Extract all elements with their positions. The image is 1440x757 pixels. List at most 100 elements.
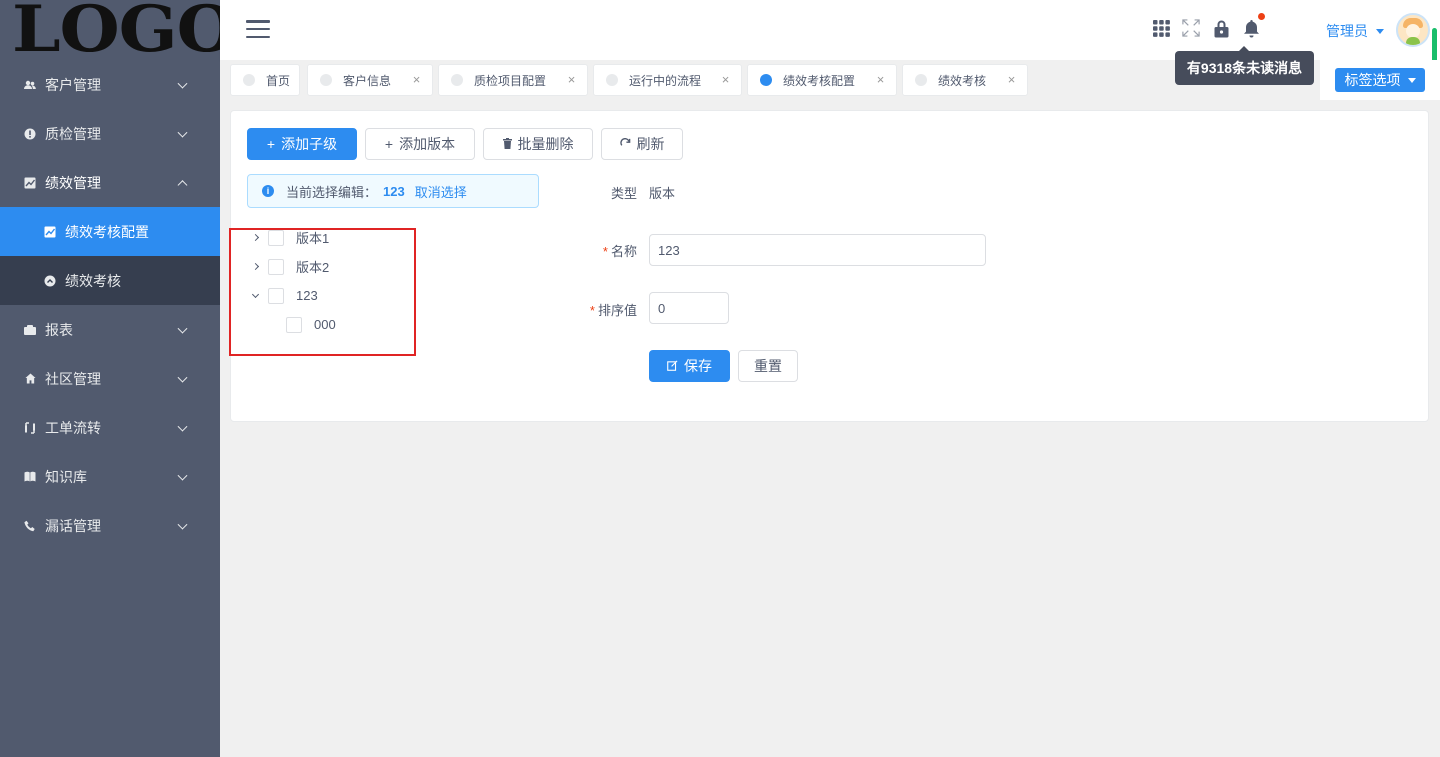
tag-options-button[interactable]: 标签选项 bbox=[1335, 68, 1425, 92]
header-icons bbox=[1152, 13, 1265, 38]
save-button[interactable]: 保存 bbox=[649, 350, 730, 382]
sidebar-item-label: 漏话管理 bbox=[45, 517, 101, 534]
caret-down-icon bbox=[1376, 28, 1384, 34]
alert-selected-value: 123 bbox=[383, 183, 405, 199]
avatar[interactable] bbox=[1396, 13, 1430, 47]
refresh-button[interactable]: 刷新 bbox=[601, 128, 683, 160]
close-icon[interactable]: × bbox=[1006, 73, 1017, 86]
chevron-down-icon bbox=[177, 127, 188, 138]
notification-dot bbox=[1258, 13, 1265, 20]
sidebar-item-performance[interactable]: 绩效管理 bbox=[0, 158, 220, 207]
tab-performance-review[interactable]: 绩效考核 × bbox=[902, 64, 1028, 96]
tree-checkbox[interactable] bbox=[268, 287, 284, 304]
tab-quality-config[interactable]: 质检项目配置 × bbox=[438, 64, 588, 96]
button-label: 批量删除 bbox=[517, 136, 574, 152]
tree-node-label[interactable]: 000 bbox=[314, 317, 336, 332]
type-label: 类型 bbox=[610, 186, 637, 201]
tab-home[interactable]: 首页 bbox=[230, 64, 300, 96]
batch-delete-button[interactable]: 批量删除 bbox=[483, 128, 593, 160]
sidebar-item-label: 绩效考核配置 bbox=[65, 223, 149, 240]
tree-checkbox[interactable] bbox=[286, 316, 302, 333]
cancel-selection-link[interactable]: 取消选择 bbox=[415, 182, 467, 201]
button-label: 添加子级 bbox=[281, 136, 338, 152]
sidebar-item-performance-config[interactable]: 绩效考核配置 bbox=[0, 207, 220, 256]
edit-icon bbox=[667, 359, 678, 373]
tree-node[interactable]: 123 bbox=[248, 281, 336, 310]
sidebar-item-workorder[interactable]: 工单流转 bbox=[0, 403, 220, 452]
sidebar-item-missed-calls[interactable]: 漏话管理 bbox=[0, 501, 220, 550]
tag-options: 标签选项 bbox=[1320, 60, 1440, 100]
sort-input[interactable]: 0 bbox=[649, 292, 729, 324]
tree-node[interactable]: 版本1 bbox=[248, 223, 336, 252]
chart-icon bbox=[44, 226, 56, 238]
tree-checkbox[interactable] bbox=[268, 229, 284, 246]
tab-label: 绩效考核 bbox=[938, 73, 987, 88]
bell-icon[interactable] bbox=[1242, 13, 1265, 38]
sidebar-item-performance-review[interactable]: 绩效考核 bbox=[0, 256, 220, 305]
caret-down-icon bbox=[1407, 77, 1416, 83]
sidebar-item-reports[interactable]: 报表 bbox=[0, 305, 220, 354]
tab-dot-icon bbox=[243, 74, 255, 86]
sidebar-item-customer[interactable]: 客户管理 bbox=[0, 60, 220, 109]
lock-icon[interactable] bbox=[1212, 18, 1230, 38]
button-label: 保存 bbox=[684, 358, 712, 374]
button-label: 添加版本 bbox=[399, 136, 456, 152]
trash-icon bbox=[502, 137, 512, 151]
version-tree: 版本1 版本2 123 000 bbox=[248, 225, 336, 339]
alert-circle-icon bbox=[24, 128, 36, 140]
sidebar-item-quality[interactable]: 质检管理 bbox=[0, 109, 220, 158]
sidebar-item-knowledge[interactable]: 知识库 bbox=[0, 452, 220, 501]
tree-node-label[interactable]: 123 bbox=[296, 288, 318, 303]
expand-arrow-icon[interactable] bbox=[248, 233, 262, 242]
chevron-down-icon bbox=[177, 421, 188, 432]
reset-button[interactable]: 重置 bbox=[738, 350, 798, 382]
tree-checkbox[interactable] bbox=[268, 258, 284, 275]
tab-running-flows[interactable]: 运行中的流程 × bbox=[593, 64, 742, 96]
sidebar-item-label: 社区管理 bbox=[45, 370, 101, 387]
chevron-down-icon bbox=[177, 78, 188, 89]
button-label: 刷新 bbox=[636, 136, 665, 152]
chevron-up-icon bbox=[177, 179, 188, 190]
tab-dot-icon bbox=[451, 74, 463, 86]
user-menu[interactable]: 管理员 bbox=[1326, 21, 1384, 41]
name-label: * 名称 bbox=[602, 244, 637, 259]
tree-node-label[interactable]: 版本1 bbox=[296, 228, 329, 247]
menu-toggle-icon[interactable] bbox=[246, 20, 270, 38]
close-icon[interactable]: × bbox=[411, 73, 422, 86]
tab-customer-info[interactable]: 客户信息 × bbox=[307, 64, 433, 96]
notification-tooltip: 有9318条未读消息 bbox=[1175, 46, 1314, 85]
name-input[interactable]: 123 bbox=[649, 234, 986, 266]
sidebar-item-community[interactable]: 社区管理 bbox=[0, 354, 220, 403]
tab-performance-config[interactable]: 绩效考核配置 × bbox=[747, 64, 897, 96]
sidebar-item-label: 客户管理 bbox=[45, 76, 101, 93]
tree-node-child[interactable]: 000 bbox=[248, 310, 336, 339]
chevron-up-circle-icon bbox=[44, 275, 56, 287]
alert-prefix: 当前选择编辑： bbox=[286, 184, 378, 200]
tab-dot-icon bbox=[760, 74, 772, 86]
tab-label: 运行中的流程 bbox=[629, 73, 702, 88]
tag-options-label: 标签选项 bbox=[1344, 72, 1401, 88]
sidebar-item-label: 报表 bbox=[45, 321, 73, 338]
close-icon[interactable]: × bbox=[566, 73, 577, 86]
tree-node-label[interactable]: 版本2 bbox=[296, 257, 329, 276]
tree-node[interactable]: 版本2 bbox=[248, 252, 336, 281]
expand-arrow-icon[interactable] bbox=[248, 262, 262, 271]
tab-dot-icon bbox=[320, 74, 332, 86]
book-icon bbox=[24, 471, 36, 483]
fullscreen-icon[interactable] bbox=[1182, 18, 1200, 38]
folder-icon bbox=[24, 324, 36, 336]
button-label: 重置 bbox=[754, 358, 782, 374]
apps-grid-icon[interactable] bbox=[1152, 18, 1170, 38]
type-value: 版本 bbox=[649, 186, 676, 201]
users-icon bbox=[24, 79, 36, 91]
collapse-arrow-icon[interactable] bbox=[248, 290, 262, 298]
phone-icon bbox=[24, 520, 36, 532]
tab-label: 首页 bbox=[266, 73, 291, 88]
sidebar: LOGO 客户管理 质检管理 绩效管理 绩效考核配置 绩效考核 报表 社区管理 … bbox=[0, 0, 237, 757]
close-icon[interactable]: × bbox=[875, 73, 886, 86]
close-icon[interactable]: × bbox=[720, 73, 731, 86]
sidebar-item-label: 知识库 bbox=[45, 468, 87, 485]
add-version-button[interactable]: + 添加版本 bbox=[365, 128, 475, 160]
tab-label: 绩效考核配置 bbox=[783, 73, 856, 88]
add-child-button[interactable]: + 添加子级 bbox=[247, 128, 357, 160]
